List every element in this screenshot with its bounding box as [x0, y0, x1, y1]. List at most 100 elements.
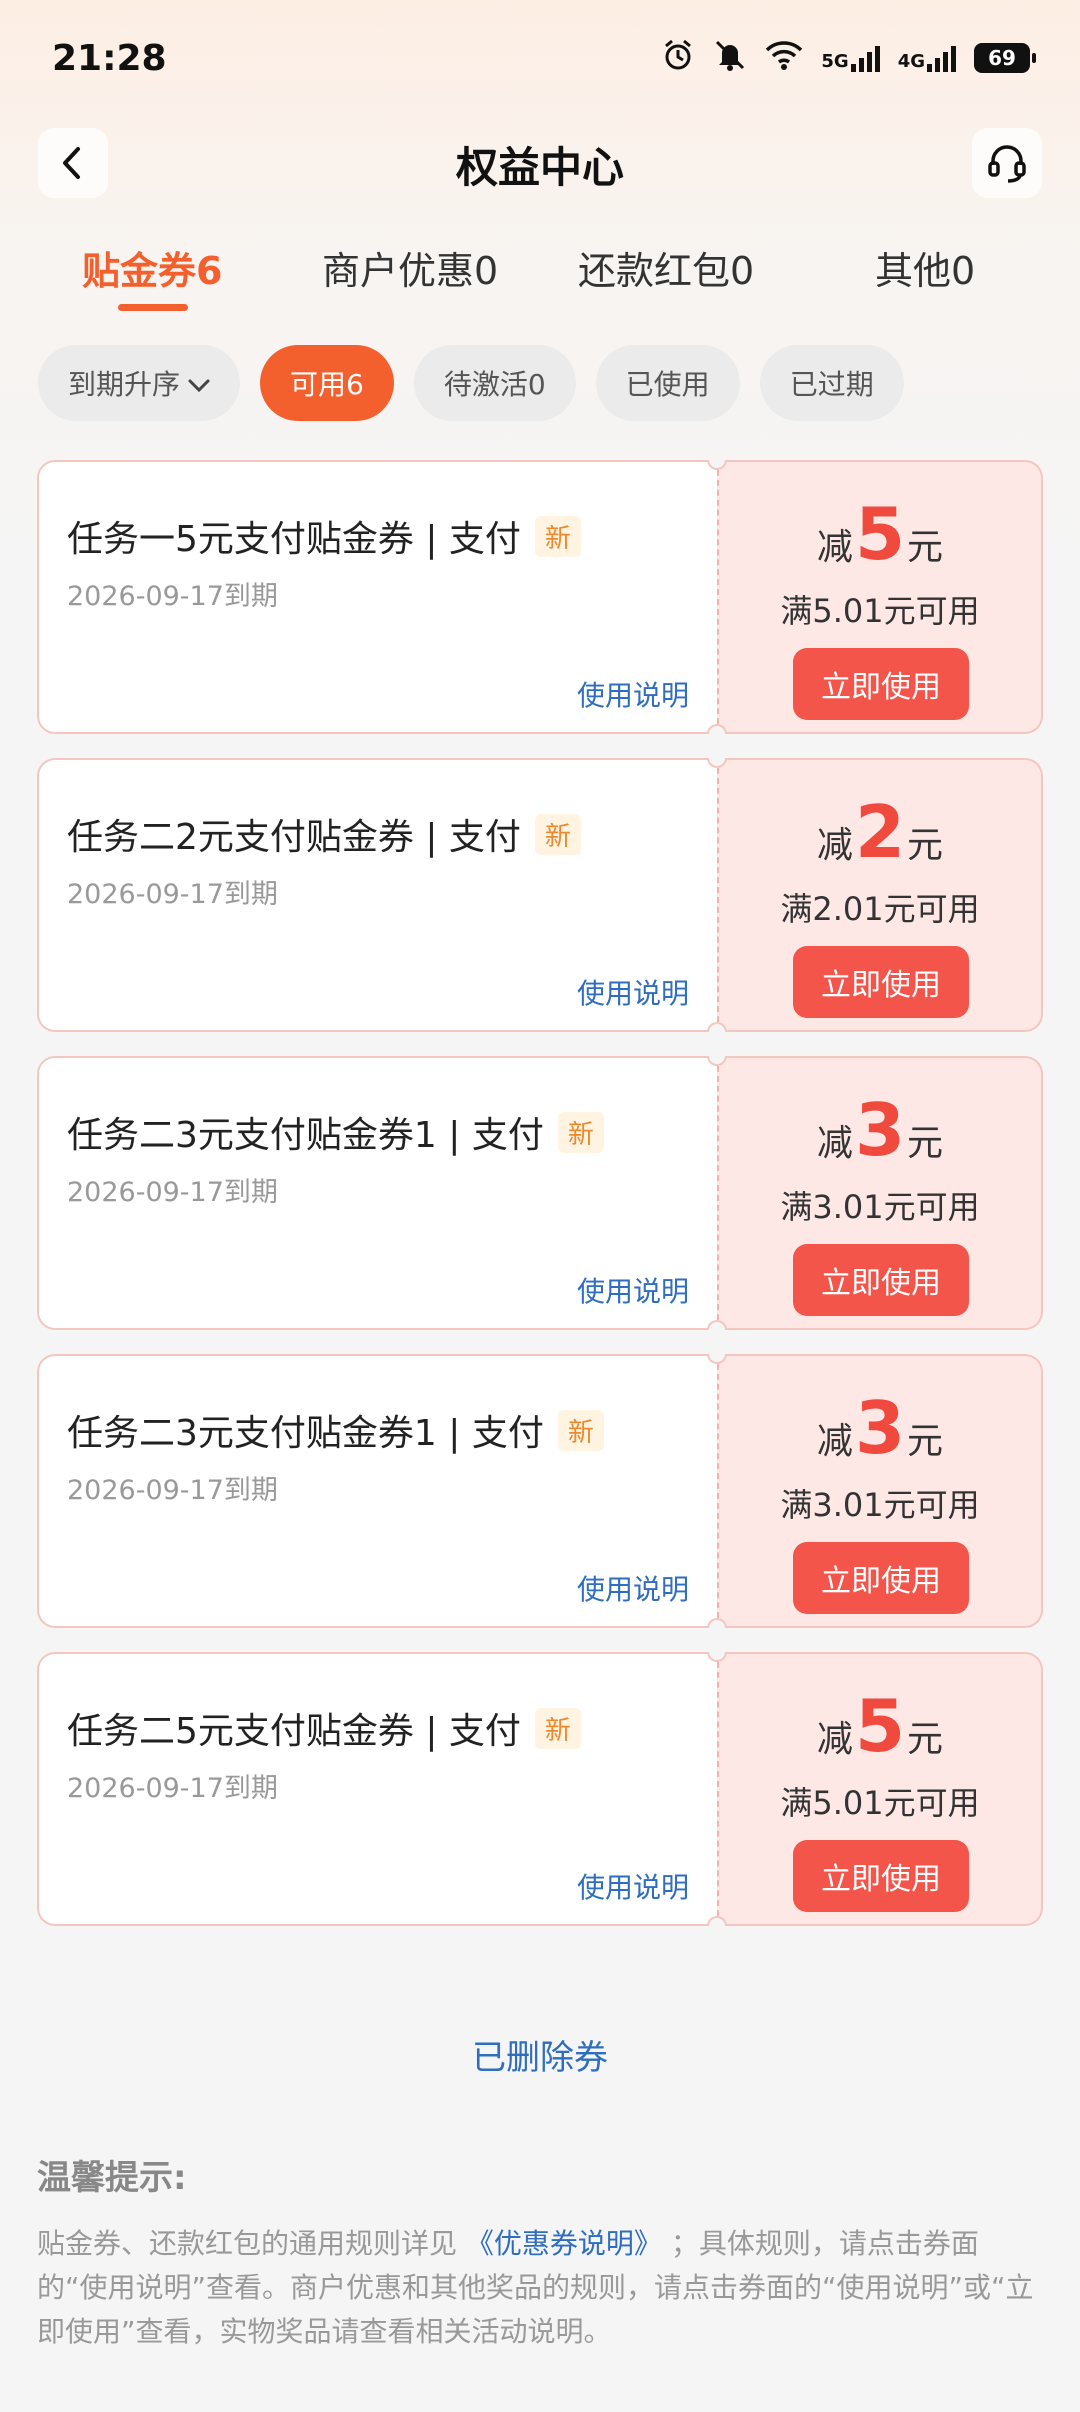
usage-instructions-link[interactable]: 使用说明: [577, 1270, 689, 1310]
usage-instructions-link[interactable]: 使用说明: [577, 972, 689, 1012]
tips-text-before: 贴金券、还款红包的通用规则详见: [37, 2227, 458, 2260]
discount-amount: 5: [854, 1684, 906, 1768]
coupon-title: 任务二2元支付贴金券 | 支付 新: [67, 808, 581, 860]
coupon-title-text: 任务二5元支付贴金券 | 支付: [67, 1711, 521, 1752]
use-now-button[interactable]: 立即使用: [793, 1840, 969, 1912]
coupon-value-panel: 减3元 满3.01元可用 立即使用: [717, 1354, 1043, 1628]
coupon-title-text: 任务二3元支付贴金券1 | 支付: [67, 1115, 544, 1156]
tab-repayment-red-packets[interactable]: 还款红包0: [578, 240, 754, 295]
coupon-card: 任务二3元支付贴金券1 | 支付 新 2026-09-17到期 使用说明 减3元…: [37, 1056, 1043, 1330]
coupon-title: 任务二3元支付贴金券1 | 支付 新: [67, 1404, 604, 1456]
coupon-card: 任务一5元支付贴金券 | 支付 新 2026-09-17到期 使用说明 减5元 …: [37, 460, 1043, 734]
discount-unit: 元: [907, 1421, 944, 1462]
coupon-info: 任务二5元支付贴金券 | 支付 新 2026-09-17到期 使用说明: [37, 1652, 717, 1926]
chevron-down-icon: [188, 367, 210, 400]
coupon-discount: 减5元: [719, 492, 1041, 576]
discount-prefix: 减: [816, 1123, 853, 1164]
coupon-info: 任务二3元支付贴金券1 | 支付 新 2026-09-17到期 使用说明: [37, 1354, 717, 1628]
coupon-discount: 减3元: [719, 1386, 1041, 1470]
tab-coupons[interactable]: 贴金券6: [82, 240, 222, 295]
headset-icon: [988, 145, 1026, 183]
coupon-expiry: 2026-09-17到期: [67, 1475, 278, 1506]
coupon-value-panel: 减5元 满5.01元可用 立即使用: [717, 460, 1043, 734]
status-bar: 21:28 5G 4G 69: [0, 0, 1080, 120]
filter-chips: 到期升序 可用6 待激活0 已使用 已过期: [38, 345, 904, 421]
discount-prefix: 减: [816, 527, 853, 568]
coupon-condition: 满5.01元可用: [780, 592, 980, 630]
coupon-expiry: 2026-09-17到期: [67, 879, 278, 910]
status-time: 21:28: [52, 38, 167, 79]
sort-label: 到期升序: [68, 368, 181, 401]
tips-body: 贴金券、还款红包的通用规则详见 《优惠券说明》 ；具体规则，请点击券面的“使用说…: [37, 2222, 1043, 2354]
deleted-coupons-link[interactable]: 已删除券: [0, 2030, 1080, 2079]
coupon-card: 任务二2元支付贴金券 | 支付 新 2026-09-17到期 使用说明 减2元 …: [37, 758, 1043, 1032]
network-label-4g: 4G: [897, 51, 925, 72]
coupon-discount: 减3元: [719, 1088, 1041, 1172]
coupon-card: 任务二5元支付贴金券 | 支付 新 2026-09-17到期 使用说明 减5元 …: [37, 1652, 1043, 1926]
coupon-title-text: 任务二2元支付贴金券 | 支付: [67, 817, 521, 858]
coupon-title: 任务二5元支付贴金券 | 支付 新: [67, 1702, 581, 1754]
coupon-discount: 减5元: [719, 1684, 1041, 1768]
new-badge: 新: [557, 1409, 604, 1451]
sort-dropdown[interactable]: 到期升序: [38, 345, 241, 421]
filter-available[interactable]: 可用6: [260, 345, 394, 421]
coupon-list: 任务一5元支付贴金券 | 支付 新 2026-09-17到期 使用说明 减5元 …: [37, 460, 1043, 1950]
coupon-value-panel: 减2元 满2.01元可用 立即使用: [717, 758, 1043, 1032]
usage-instructions-link[interactable]: 使用说明: [577, 1866, 689, 1906]
usage-instructions-link[interactable]: 使用说明: [577, 674, 689, 714]
coupon-info: 任务二2元支付贴金券 | 支付 新 2026-09-17到期 使用说明: [37, 758, 717, 1032]
discount-unit: 元: [907, 1123, 944, 1164]
new-badge: 新: [534, 813, 581, 855]
use-now-button[interactable]: 立即使用: [793, 1542, 969, 1614]
filter-expired[interactable]: 已过期: [759, 345, 904, 421]
battery-level: 69: [988, 46, 1016, 70]
filter-pending-activation[interactable]: 待激活0: [413, 345, 576, 421]
filter-used[interactable]: 已使用: [595, 345, 740, 421]
coupon-title-text: 任务一5元支付贴金券 | 支付: [67, 519, 521, 560]
coupon-title-text: 任务二3元支付贴金券1 | 支付: [67, 1413, 544, 1454]
status-icons: 5G 4G 69: [661, 38, 1036, 78]
coupon-expiry: 2026-09-17到期: [67, 1773, 278, 1804]
signal-4g-icon: 4G: [898, 44, 956, 72]
nav-bar: 权益中心: [0, 128, 1080, 200]
tab-others[interactable]: 其他0: [875, 240, 975, 295]
coupon-rules-link[interactable]: 《优惠券说明》: [466, 2227, 662, 2260]
coupon-condition: 满2.01元可用: [780, 890, 980, 928]
coupon-discount: 减2元: [719, 790, 1041, 874]
use-now-button[interactable]: 立即使用: [793, 648, 969, 720]
coupon-condition: 满3.01元可用: [780, 1188, 980, 1226]
coupon-title: 任务二3元支付贴金券1 | 支付 新: [67, 1106, 604, 1158]
coupon-value-panel: 减5元 满5.01元可用 立即使用: [717, 1652, 1043, 1926]
discount-unit: 元: [907, 825, 944, 866]
coupon-value-panel: 减3元 满3.01元可用 立即使用: [717, 1056, 1043, 1330]
usage-instructions-link[interactable]: 使用说明: [577, 1568, 689, 1608]
discount-prefix: 减: [816, 825, 853, 866]
discount-amount: 2: [854, 790, 906, 874]
alarm-icon: [661, 38, 695, 78]
page-title: 权益中心: [455, 143, 624, 192]
coupon-expiry: 2026-09-17到期: [67, 581, 278, 612]
customer-service-button[interactable]: [972, 128, 1042, 198]
discount-amount: 5: [854, 492, 906, 576]
new-badge: 新: [534, 515, 581, 557]
battery-icon: 69: [974, 43, 1036, 73]
use-now-button[interactable]: 立即使用: [793, 1244, 969, 1316]
coupon-card: 任务二3元支付贴金券1 | 支付 新 2026-09-17到期 使用说明 减3元…: [37, 1354, 1043, 1628]
tab-active-indicator: [118, 304, 188, 311]
discount-amount: 3: [854, 1386, 906, 1470]
coupon-condition: 满3.01元可用: [780, 1486, 980, 1524]
signal-5g-icon: 5G: [821, 44, 880, 72]
use-now-button[interactable]: 立即使用: [793, 946, 969, 1018]
mute-icon: [713, 38, 747, 78]
tips-title: 温馨提示:: [37, 2158, 187, 2198]
new-badge: 新: [557, 1111, 604, 1153]
coupon-expiry: 2026-09-17到期: [67, 1177, 278, 1208]
coupon-info: 任务二3元支付贴金券1 | 支付 新 2026-09-17到期 使用说明: [37, 1056, 717, 1330]
coupon-title: 任务一5元支付贴金券 | 支付 新: [67, 510, 581, 562]
discount-prefix: 减: [816, 1719, 853, 1760]
network-label-5g: 5G: [821, 51, 849, 72]
new-badge: 新: [534, 1707, 581, 1749]
coupon-info: 任务一5元支付贴金券 | 支付 新 2026-09-17到期 使用说明: [37, 460, 717, 734]
tab-merchant-offers[interactable]: 商户优惠0: [322, 240, 498, 295]
coupon-condition: 满5.01元可用: [780, 1784, 980, 1822]
